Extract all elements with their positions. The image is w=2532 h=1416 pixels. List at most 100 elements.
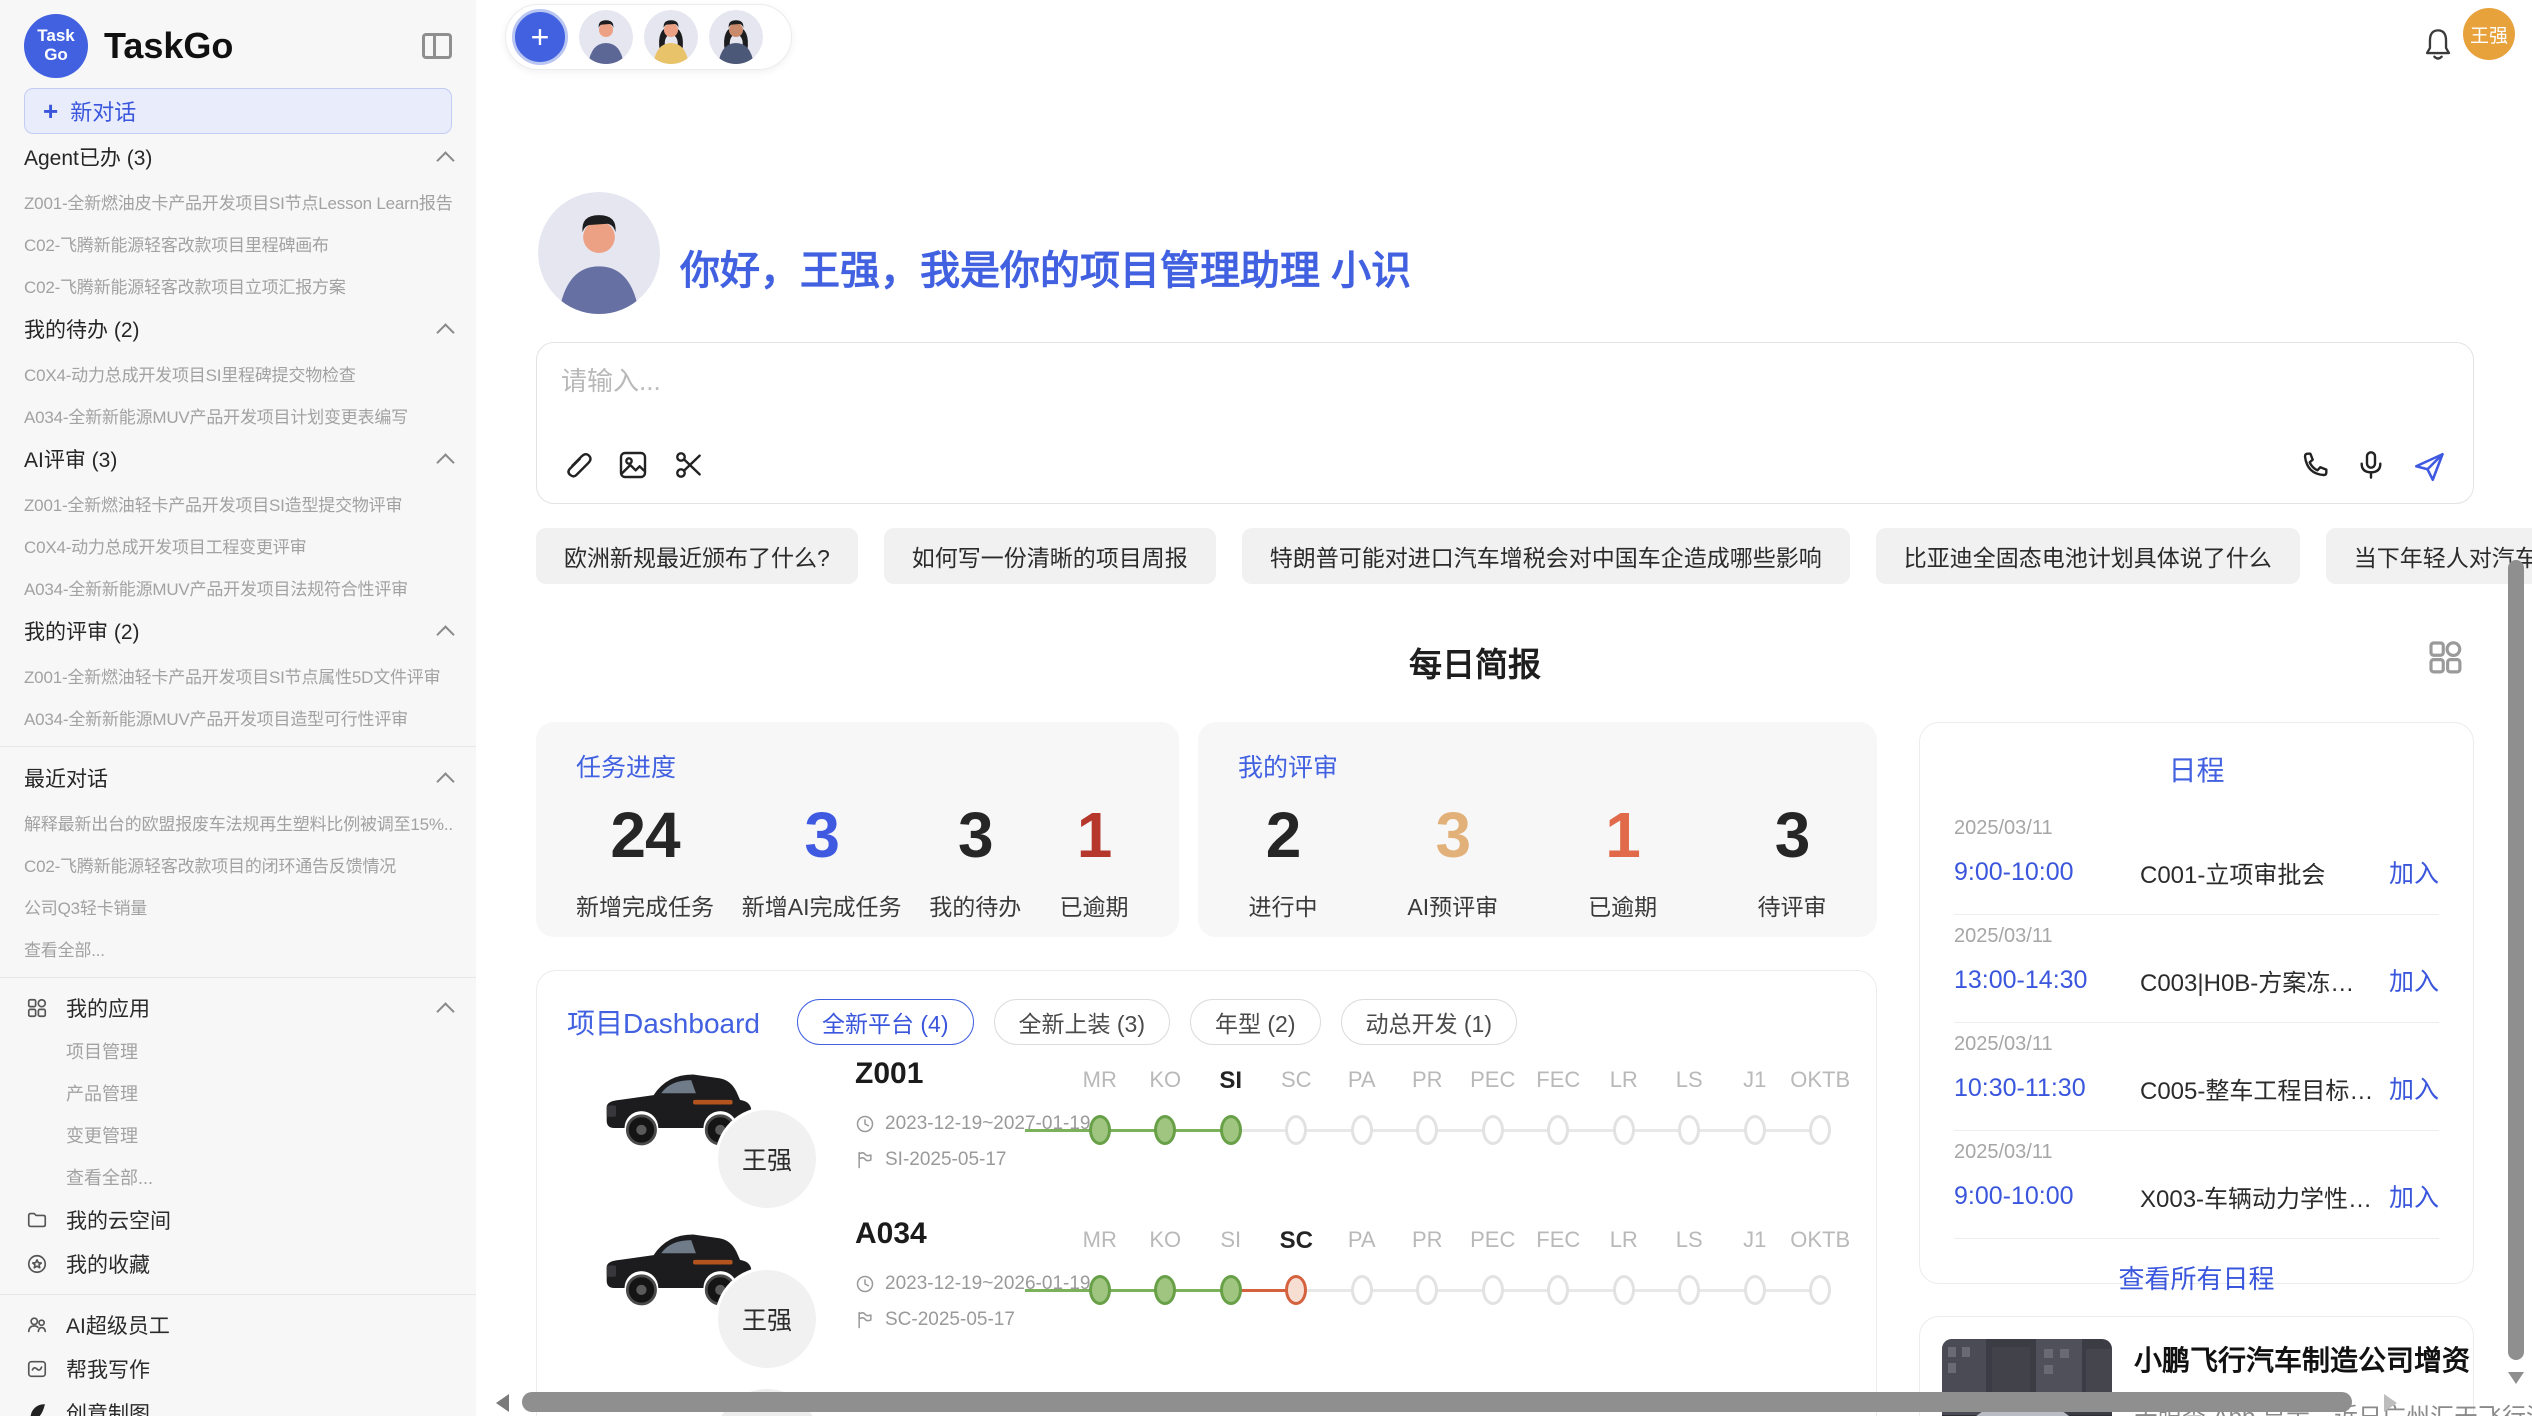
sidebar-task-item[interactable]: C02-飞腾新能源轻客改款项目立项汇报方案 (24, 264, 452, 306)
project-flag-text: SC-2025-05-17 (885, 1309, 1015, 1331)
avatar[interactable] (579, 10, 633, 64)
phone-call-icon[interactable] (2299, 449, 2333, 483)
milestone-dot[interactable] (1482, 1115, 1504, 1145)
milestone-dot[interactable] (1678, 1275, 1700, 1305)
sidebar-task-item[interactable]: C0X4-动力总成开发项目SI里程碑提交物检查 (24, 352, 452, 394)
sidebar-item-creative-drawing[interactable]: 创意制图 (24, 1391, 452, 1416)
milestone-dot[interactable] (1089, 1115, 1111, 1145)
suggestion-chip[interactable]: 特朗普可能对进口汽车增税会对中国车企造成哪些影响 (1242, 528, 1850, 584)
milestone-dot[interactable] (1220, 1275, 1242, 1305)
join-link[interactable]: 加入 (2389, 854, 2439, 890)
milestone-dot[interactable] (1744, 1115, 1766, 1145)
chat-input[interactable] (561, 361, 2161, 431)
my-review-title: 我的评审 (1238, 748, 1837, 784)
view-all-apps-link[interactable]: 查看全部... (24, 1156, 452, 1198)
milestone-dot[interactable] (1613, 1275, 1635, 1305)
project-owner-avatar[interactable]: 王强 (715, 1107, 819, 1211)
stat-label: 待评审 (1758, 888, 1827, 922)
suggestion-chip[interactable]: 如何写一份清晰的项目周报 (884, 528, 1216, 584)
milestone-dot[interactable] (1678, 1115, 1700, 1145)
favorites-label: 我的收藏 (66, 1249, 150, 1279)
milestone-dot[interactable] (1154, 1115, 1176, 1145)
sidebar-task-item[interactable]: A034-全新新能源MUV产品开发项目计划变更表编写 (24, 394, 452, 436)
horizontal-scrollbar[interactable] (522, 1392, 2352, 1412)
milestone-dot[interactable] (1416, 1275, 1438, 1305)
sidebar-item-my-apps[interactable]: 我的应用 (24, 986, 452, 1030)
hscroll-right-arrow[interactable] (2384, 1394, 2397, 1412)
milestone-label: KO (1133, 1227, 1199, 1255)
milestone-dot[interactable] (1351, 1275, 1373, 1305)
send-icon[interactable] (2411, 449, 2445, 483)
scissors-icon[interactable] (673, 449, 707, 483)
sidebar-section-header[interactable]: AI评审 (3) (24, 436, 452, 482)
sidebar-task-item[interactable]: C0X4-动力总成开发项目工程变更评审 (24, 524, 452, 566)
vscroll-down-arrow[interactable] (2508, 1372, 2524, 1384)
sidebar-item-ai-super-staff[interactable]: AI超级员工 (24, 1303, 452, 1347)
sidebar-section-header[interactable]: Agent已办 (3) (24, 134, 452, 180)
user-avatar[interactable]: 王强 (2463, 8, 2515, 60)
suggestion-chip[interactable]: 当下年轻人对汽车外观有怎样的喜好趋势 (2326, 528, 2532, 584)
vertical-scrollbar[interactable] (2508, 560, 2524, 1360)
dashboard-tab[interactable]: 全新平台 (4) (797, 999, 974, 1045)
schedule-item-main: 9:00-10:00C001-立项审批会加入 (1954, 854, 2439, 890)
view-all-chats-link[interactable]: 查看全部... (24, 927, 452, 969)
milestone-dot[interactable] (1285, 1275, 1307, 1305)
suggestion-chip[interactable]: 比亚迪全固态电池计划具体说了什么 (1876, 528, 2300, 584)
milestone-dot[interactable] (1154, 1275, 1176, 1305)
add-session-button[interactable]: + (512, 9, 568, 65)
milestone-dot[interactable] (1744, 1275, 1766, 1305)
app-sub-item[interactable]: 产品管理 (24, 1072, 452, 1114)
dashboard-tab[interactable]: 全新上装 (3) (994, 999, 1171, 1045)
sidebar-task-item[interactable]: Z001-全新燃油皮卡产品开发项目SI节点Lesson Learn报告 (24, 180, 452, 222)
sidebar-task-item[interactable]: A034-全新新能源MUV产品开发项目法规符合性评审 (24, 566, 452, 608)
sidebar-item-help-me-write[interactable]: 帮我写作 (24, 1347, 452, 1391)
avatar[interactable] (644, 10, 698, 64)
chevron-up-icon (436, 323, 454, 341)
image-icon[interactable] (617, 449, 651, 483)
sidebar-task-item[interactable]: C02-飞腾新能源轻客改款项目里程碑画布 (24, 222, 452, 264)
milestone-dot[interactable] (1809, 1115, 1831, 1145)
sidebar-section-header[interactable]: 我的待办 (2) (24, 306, 452, 352)
view-all-schedules-link[interactable]: 查看所有日程 (1954, 1259, 2439, 1296)
milestone-dot[interactable] (1416, 1115, 1438, 1145)
join-link[interactable]: 加入 (2389, 962, 2439, 998)
recent-chat-item[interactable]: C02-飞腾新能源轻客改款项目的闭环通告反馈情况 (24, 843, 452, 885)
milestone-track (1067, 1109, 1853, 1153)
join-link[interactable]: 加入 (2389, 1178, 2439, 1214)
dashboard-tab[interactable]: 动总开发 (1) (1341, 999, 1518, 1045)
sidebar-collapse-icon[interactable] (422, 33, 452, 59)
sidebar-section-header[interactable]: 我的评审 (2) (24, 608, 452, 654)
microphone-icon[interactable] (2355, 449, 2389, 483)
milestone-dot[interactable] (1547, 1115, 1569, 1145)
milestone-dot[interactable] (1089, 1275, 1111, 1305)
join-link[interactable]: 加入 (2389, 1070, 2439, 1106)
app-sub-item[interactable]: 项目管理 (24, 1030, 452, 1072)
sidebar-item-cloud-space[interactable]: 我的云空间 (24, 1198, 452, 1242)
milestone-dot[interactable] (1220, 1115, 1242, 1145)
milestone-dot[interactable] (1351, 1115, 1373, 1145)
project-owner-avatar[interactable]: 王强 (715, 1267, 819, 1371)
attachment-icon[interactable] (561, 449, 595, 483)
sidebar-task-item[interactable]: Z001-全新燃油轻卡产品开发项目SI节点属性5D文件评审 (24, 654, 452, 696)
sidebar-task-item[interactable]: A034-全新新能源MUV产品开发项目造型可行性评审 (24, 696, 452, 738)
milestone-label: LR (1591, 1067, 1657, 1095)
suggestion-chip[interactable]: 欧洲新规最近颁布了什么? (536, 528, 858, 584)
sidebar-item-favorites[interactable]: 我的收藏 (24, 1242, 452, 1286)
recent-chat-item[interactable]: 解释最新出台的欧盟报废车法规再生塑料比例被调至15%... (24, 801, 452, 843)
milestone-label: PA (1329, 1227, 1395, 1255)
milestone-dot[interactable] (1482, 1275, 1504, 1305)
notification-bell-icon[interactable] (2420, 26, 2456, 64)
app-sub-item[interactable]: 变更管理 (24, 1114, 452, 1156)
recent-chat-item[interactable]: 公司Q3轻卡销量 (24, 885, 452, 927)
dashboard-tab[interactable]: 年型 (2) (1190, 999, 1321, 1045)
milestone-dot[interactable] (1547, 1275, 1569, 1305)
recent-chats-header[interactable]: 最近对话 (24, 755, 452, 801)
avatar[interactable] (709, 10, 763, 64)
briefing-layout-icon[interactable] (2424, 636, 2466, 678)
milestone-dot[interactable] (1613, 1115, 1635, 1145)
new-chat-button[interactable]: + 新对话 (24, 88, 452, 134)
hscroll-left-arrow[interactable] (496, 1394, 509, 1412)
milestone-dot[interactable] (1809, 1275, 1831, 1305)
milestone-dot[interactable] (1285, 1115, 1307, 1145)
sidebar-task-item[interactable]: Z001-全新燃油轻卡产品开发项目SI造型提交物评审 (24, 482, 452, 524)
